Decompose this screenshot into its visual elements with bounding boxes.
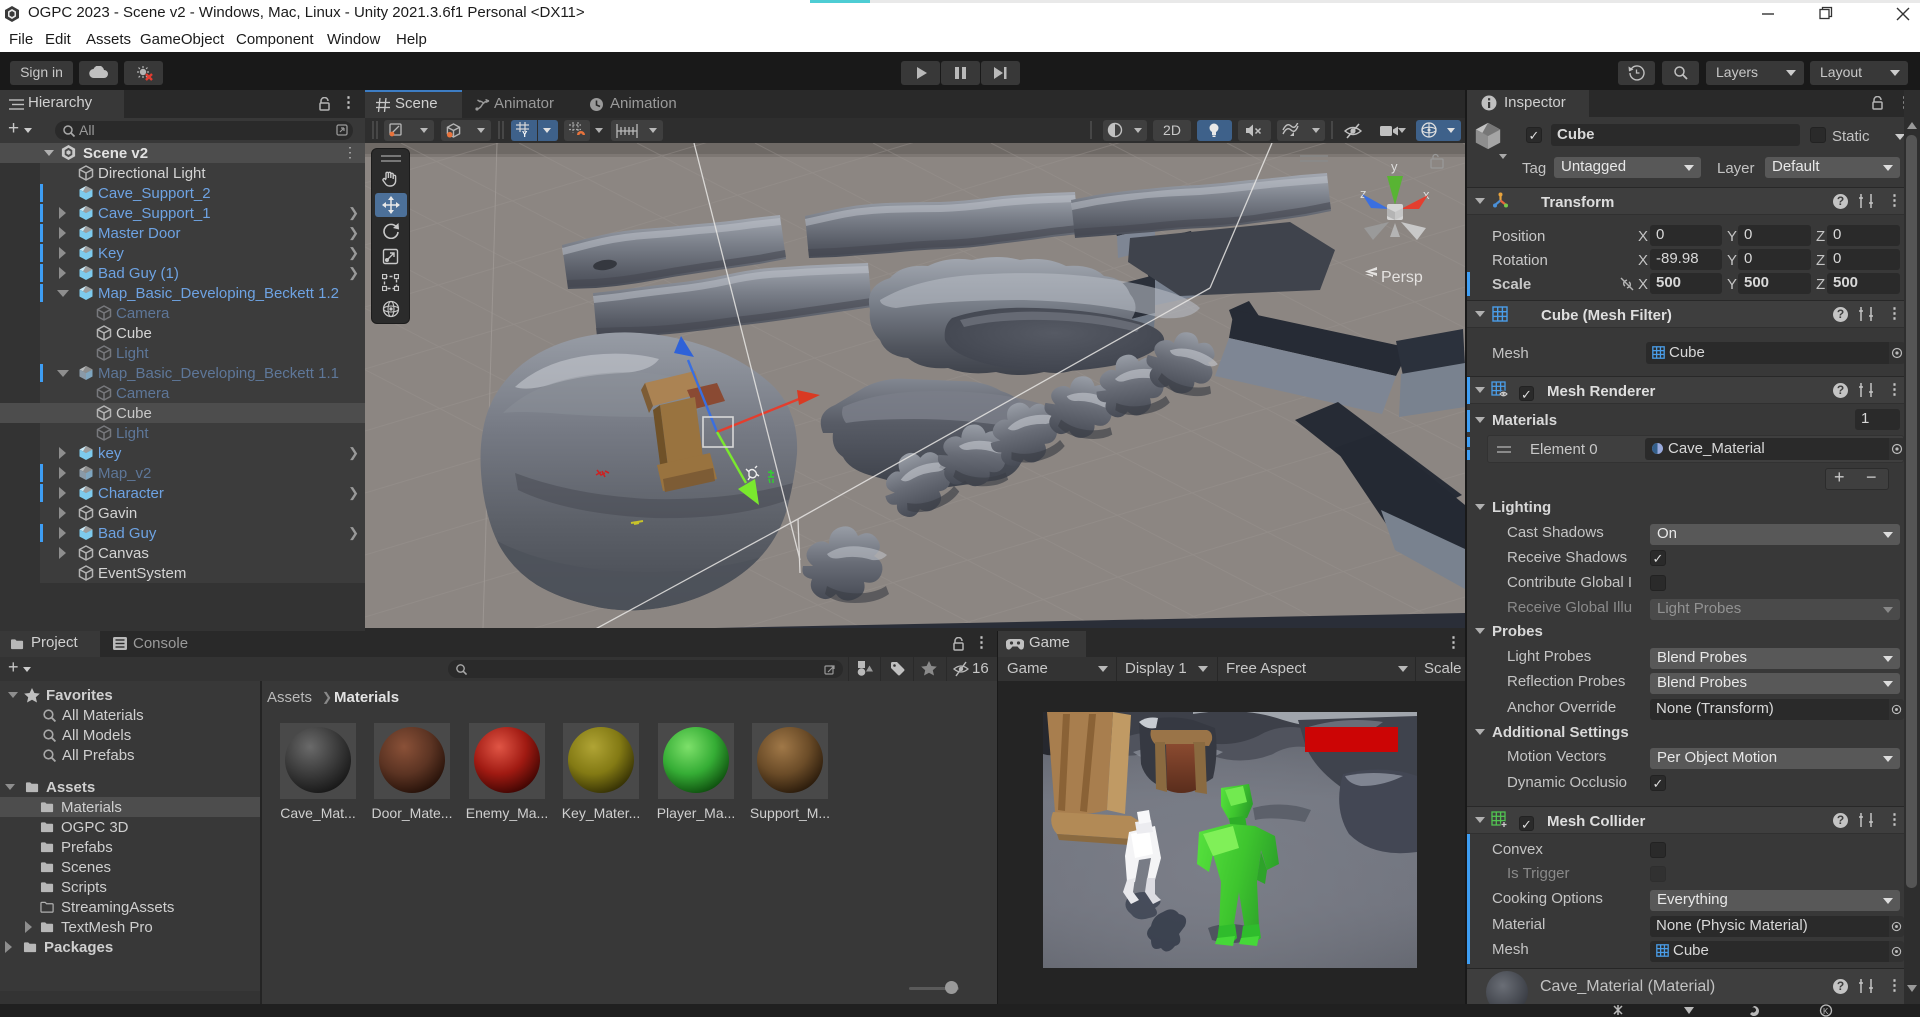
svg-text:K: K xyxy=(1823,1007,1829,1016)
svg-text:y: y xyxy=(1391,159,1398,174)
svg-text:Persp: Persp xyxy=(1381,269,1423,286)
svg-text:Y: Y xyxy=(522,130,528,138)
